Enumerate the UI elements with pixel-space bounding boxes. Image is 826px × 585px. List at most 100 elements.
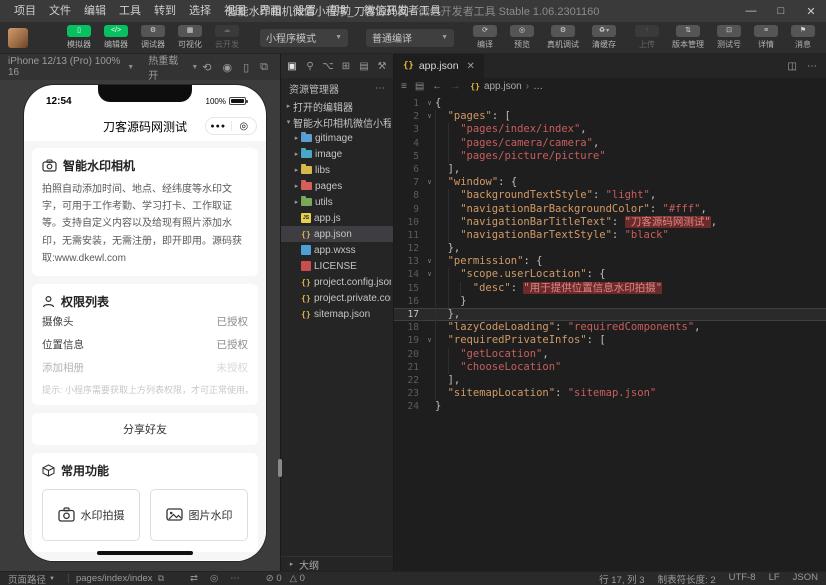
hot-reload-toggle[interactable]: 热重载 开 [148, 52, 187, 82]
tree-item-gitimage[interactable]: ▸ gitimage [281, 130, 393, 146]
menu-微信开发者工具[interactable]: 微信开发者工具 [358, 0, 447, 22]
encoding-indicator[interactable]: UTF-8 [729, 572, 756, 585]
menu-项目[interactable]: 项目 [8, 0, 42, 22]
tree-item-image[interactable]: ▸ image [281, 146, 393, 162]
split-editor-icon[interactable]: ◫ [788, 61, 797, 72]
tree-item-utils[interactable]: ▸ utils [281, 194, 393, 210]
tree-item-project.private.config.js...[interactable]: {}project.private.config.js... [281, 290, 393, 306]
tree-item-project.config.json[interactable]: {} project.config.json [281, 274, 393, 290]
tab-size-indicator[interactable]: 制表符长度: 2 [658, 572, 716, 585]
清缓存-button[interactable]: ♻▾ 清缓存 [589, 25, 619, 50]
more-actions-icon[interactable]: ⋯ [807, 61, 817, 72]
feature-button-图片水印[interactable]: 图片水印 [150, 488, 248, 541]
tree-item-libs[interactable]: ▸ libs [281, 162, 393, 178]
outline-section[interactable]: ▸ 大纲 [281, 556, 393, 572]
详情-button[interactable]: ≡ 详情 [751, 25, 781, 50]
extensions-icon[interactable]: ⊞ [338, 57, 354, 75]
permission-row[interactable]: 摄像头 已授权 [42, 310, 248, 333]
source-control-icon[interactable]: ⌥ [320, 57, 336, 75]
fold-arrow-icon[interactable]: ∨ [424, 255, 435, 268]
eol-indicator[interactable]: LF [769, 572, 780, 585]
explorer-more-icon[interactable]: ⋯ [375, 83, 385, 94]
minimize-mini-button[interactable]: ◎ [232, 121, 257, 132]
menu-视图[interactable]: 视图 [218, 0, 252, 22]
language-indicator[interactable]: JSON [793, 572, 818, 585]
fold-arrow-icon[interactable]: ∨ [424, 268, 435, 281]
tree-section-智能水印相机微信小程序[interactable]: ▾智能水印相机微信小程序 [281, 114, 393, 130]
close-button[interactable]: ✕ [796, 0, 826, 22]
menu-工具[interactable]: 工具 [113, 0, 147, 22]
feature-button-水印拍摄[interactable]: 水印拍摄 [42, 488, 140, 541]
compile-select[interactable]: 普通编译 ▼ [366, 28, 454, 47]
permission-row[interactable]: 添加相册 未授权 [42, 356, 248, 379]
search-icon[interactable]: ⚲ [302, 57, 318, 75]
outline-menu-icon[interactable]: ≡ [401, 81, 407, 92]
tree-section-打开的编辑器[interactable]: ▸ 打开的编辑器 [281, 98, 393, 114]
cursor-position[interactable]: 行 17, 列 3 [599, 572, 644, 585]
menu-转到[interactable]: 转到 [148, 0, 182, 22]
page-path-select[interactable]: 页面路径 [8, 572, 46, 585]
minimize-button[interactable]: — [736, 0, 766, 22]
fold-arrow-icon[interactable]: ∨ [424, 97, 435, 110]
code-line-4: 4 "pages/camera/camera", [394, 136, 826, 150]
fold-arrow-icon[interactable]: ∨ [424, 176, 435, 189]
真机调试-button[interactable]: ⚙ 真机调试 [544, 25, 582, 50]
menu-界面[interactable]: 界面 [253, 0, 287, 22]
tools-panel-icon[interactable]: ⚒ [374, 57, 390, 75]
more-icon[interactable]: ⋯ [230, 573, 240, 584]
mode-select[interactable]: 小程序模式 ▼ [260, 28, 348, 47]
nav-back-icon[interactable]: ← [432, 81, 442, 92]
fold-arrow-icon[interactable]: ∨ [424, 334, 435, 347]
fold-arrow-icon[interactable]: ∨ [424, 110, 435, 123]
menu-设置[interactable]: 设置 [288, 0, 322, 22]
screenshot-icon[interactable]: ◉ [222, 61, 232, 74]
tree-item-app.json[interactable]: {} app.json [281, 226, 393, 242]
版本管理-button[interactable]: ⇅ 版本管理 [669, 25, 707, 50]
menu-编辑[interactable]: 编辑 [78, 0, 112, 22]
编译-button[interactable]: ⟳ 编译 [470, 25, 500, 50]
预览-button[interactable]: ◎ 预览 [507, 25, 537, 50]
device-select[interactable]: iPhone 12/13 (Pro) 100% 16 [8, 56, 123, 78]
fold-gutter [424, 189, 435, 202]
detach-window-icon[interactable]: ⧉ [260, 61, 268, 74]
copy-path-icon[interactable]: ⧉ [158, 573, 164, 584]
panel-resize-handle[interactable] [278, 459, 282, 477]
测试号-button[interactable]: ⊡ 测试号 [714, 25, 744, 50]
menu-选择[interactable]: 选择 [183, 0, 217, 22]
indent-guide [435, 387, 448, 401]
eye-icon[interactable]: ◎ [210, 573, 218, 584]
token: "scope.userLocation" [460, 268, 587, 281]
token: "pages/index/index" [460, 123, 581, 136]
code-text: }, [435, 308, 460, 322]
breadcrumb[interactable]: {} app.json › … [470, 81, 543, 92]
tree-item-app.wxss[interactable]: app.wxss [281, 242, 393, 258]
device-frame-icon[interactable]: ▯ [243, 61, 249, 74]
code-editor[interactable]: 1 ∨{2 ∨ "pages": [3 "pages/index/index", 4 "pa… [394, 95, 826, 571]
模拟器-button[interactable]: ▯ 模拟器 [64, 25, 94, 50]
more-menu-button[interactable]: ●●● [206, 123, 231, 130]
menu-帮助[interactable]: 帮助 [323, 0, 357, 22]
tree-item-LICENSE[interactable]: LICENSE [281, 258, 393, 274]
problems-indicator[interactable]: ⊘ 0 △ 0 [266, 573, 305, 584]
消息-button[interactable]: ⚑ 消息 [788, 25, 818, 50]
files-panel-icon[interactable]: ▣ [284, 57, 300, 75]
tree-item-sitemap.json[interactable]: {} sitemap.json [281, 306, 393, 322]
share-button[interactable]: 分享好友 [32, 412, 258, 445]
user-avatar[interactable] [8, 27, 28, 48]
编辑器-button[interactable]: </> 编辑器 [101, 25, 131, 50]
nav-forward-icon[interactable]: → [450, 81, 460, 92]
tree-item-pages[interactable]: ▸ pages [281, 178, 393, 194]
fold-gutter [424, 282, 435, 295]
可视化-button[interactable]: ▦ 可视化 [175, 25, 205, 50]
permission-row[interactable]: 位置信息 已授权 [42, 333, 248, 356]
restart-icon[interactable]: ⟲ [202, 61, 211, 74]
调试器-button[interactable]: ⚙ 调试器 [138, 25, 168, 50]
maximize-button[interactable]: □ [766, 0, 796, 22]
preview-panel-icon[interactable]: ▤ [356, 57, 372, 75]
rotate-device-icon[interactable]: ⇄ [190, 573, 198, 584]
tree-item-app.js[interactable]: JS app.js [281, 210, 393, 226]
menu-文件[interactable]: 文件 [43, 0, 77, 22]
close-tab-icon[interactable]: ✕ [467, 61, 475, 72]
tab-app-json[interactable]: {} app.json ✕ [394, 54, 484, 78]
bookmark-icon[interactable]: ▤ [415, 81, 424, 92]
